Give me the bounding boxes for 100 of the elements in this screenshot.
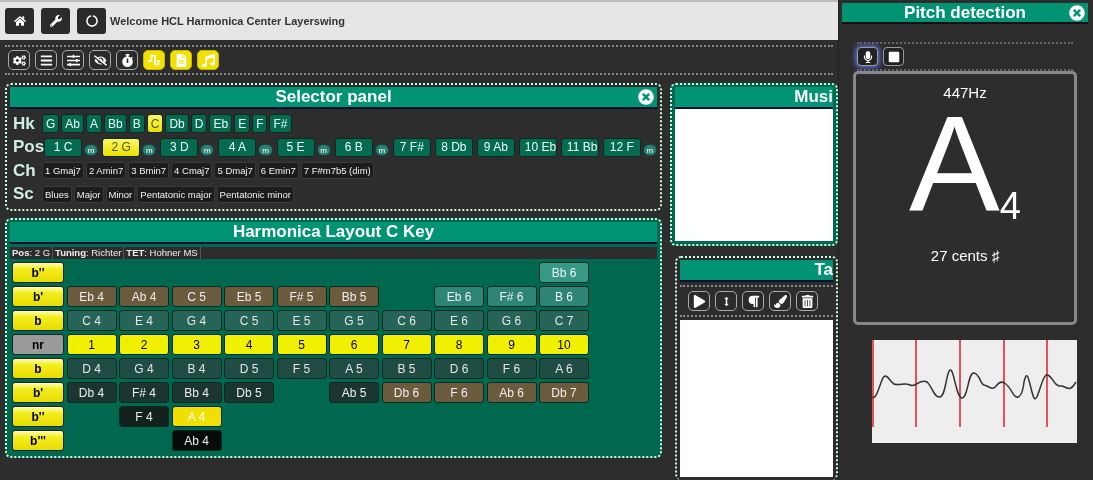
m-toggle[interactable]: m <box>642 144 657 157</box>
note-cell[interactable]: C 7 <box>539 310 589 331</box>
hole-number[interactable]: 10 <box>539 334 589 355</box>
note-cell[interactable]: F# 5 <box>276 286 327 307</box>
toolbar-button[interactable] <box>170 50 192 70</box>
key-button[interactable]: Db <box>165 114 189 134</box>
note-cell[interactable]: Ab 5 <box>329 382 379 403</box>
toolbar-button[interactable] <box>143 50 165 70</box>
hole-number[interactable]: 5 <box>276 334 327 355</box>
note-cell[interactable]: Ab 4 <box>171 430 222 451</box>
key-button[interactable]: D <box>190 114 208 134</box>
note-cell[interactable]: Eb 5 <box>224 286 274 307</box>
row-toggle[interactable]: nr <box>12 334 64 355</box>
hole-number[interactable]: 9 <box>486 334 537 355</box>
brush-button[interactable] <box>769 291 791 311</box>
hole-number[interactable]: 2 <box>119 334 169 355</box>
toolbar-button[interactable] <box>35 50 57 70</box>
position-button[interactable]: 4 A <box>218 137 257 157</box>
scale-button[interactable]: Pentatonic minor <box>216 185 294 203</box>
key-button[interactable]: F# <box>269 114 292 134</box>
hole-number[interactable]: 7 <box>381 334 432 355</box>
wrench-button[interactable] <box>41 8 70 34</box>
note-cell[interactable]: Ab 6 <box>486 382 537 403</box>
note-cell[interactable]: F 6 <box>486 358 537 379</box>
scale-button[interactable]: Pentatonic major <box>137 185 215 203</box>
position-button[interactable]: 9 Ab <box>476 137 515 157</box>
key-button[interactable]: E <box>234 114 251 134</box>
play-button[interactable] <box>688 291 710 311</box>
note-cell[interactable]: Bb 5 <box>329 286 379 307</box>
row-toggle[interactable]: b' <box>12 286 64 307</box>
chord-button[interactable]: 7 F#m7b5 (dim) <box>300 162 374 180</box>
chord-button[interactable]: 5 Dmaj7 <box>214 162 256 180</box>
note-cell[interactable]: F 5 <box>276 358 327 379</box>
position-button[interactable]: 3 D <box>160 137 199 157</box>
position-button[interactable]: 6 B <box>334 137 373 157</box>
reload-button[interactable] <box>77 8 106 34</box>
row-toggle[interactable]: b'' <box>12 262 64 283</box>
hole-number[interactable]: 3 <box>171 334 222 355</box>
chord-button[interactable]: 4 Cmaj7 <box>171 162 213 180</box>
key-button[interactable]: F <box>252 114 268 134</box>
note-cell[interactable]: Db 5 <box>224 382 274 403</box>
row-toggle[interactable]: b <box>12 310 64 331</box>
chord-button[interactable]: 1 Gmaj7 <box>42 162 84 180</box>
scale-button[interactable]: Minor <box>105 185 136 203</box>
m-toggle[interactable]: m <box>142 144 157 157</box>
stop-button[interactable] <box>883 47 904 66</box>
note-cell[interactable]: Db 6 <box>381 382 432 403</box>
note-cell[interactable]: D 5 <box>224 358 274 379</box>
hole-number[interactable]: 8 <box>434 334 484 355</box>
note-cell[interactable]: C 6 <box>381 310 432 331</box>
spacing-button[interactable] <box>715 291 737 311</box>
key-button[interactable]: A <box>86 114 103 134</box>
note-cell[interactable]: G 4 <box>119 358 169 379</box>
note-cell[interactable]: F# 4 <box>119 382 169 403</box>
close-icon[interactable] <box>1069 5 1085 21</box>
position-button[interactable]: 8 Db <box>434 137 473 157</box>
paragraph-button[interactable] <box>742 291 764 311</box>
key-button[interactable]: Bb <box>104 114 127 134</box>
note-cell[interactable]: G 5 <box>329 310 379 331</box>
chord-button[interactable]: 3 Bmin7 <box>128 162 170 180</box>
note-cell[interactable]: E 6 <box>434 310 484 331</box>
note-cell[interactable]: F 6 <box>434 382 484 403</box>
note-cell[interactable]: B 5 <box>381 358 432 379</box>
row-toggle[interactable]: b' <box>12 382 64 403</box>
key-button[interactable]: Eb <box>209 114 233 134</box>
home-button[interactable] <box>5 8 34 34</box>
note-cell[interactable]: Ab 4 <box>119 286 169 307</box>
note-cell[interactable]: Bb 4 <box>171 382 222 403</box>
note-cell[interactable]: Db 7 <box>539 382 589 403</box>
key-button[interactable]: B <box>128 114 145 134</box>
m-toggle[interactable]: m <box>200 144 215 157</box>
row-toggle[interactable]: b'' <box>12 406 64 427</box>
note-cell[interactable]: E 4 <box>119 310 169 331</box>
toolbar-button[interactable] <box>116 50 138 70</box>
key-button[interactable]: G <box>42 114 60 134</box>
position-button[interactable]: 12 F <box>602 137 641 157</box>
note-cell[interactable]: Eb 4 <box>66 286 117 307</box>
note-cell[interactable]: Db 4 <box>66 382 117 403</box>
key-button[interactable]: Ab <box>61 114 85 134</box>
note-cell[interactable]: E 5 <box>276 310 327 331</box>
note-cell[interactable]: B 4 <box>171 358 222 379</box>
note-cell[interactable]: A 5 <box>329 358 379 379</box>
note-cell[interactable]: F 4 <box>119 406 169 427</box>
row-toggle[interactable]: b''' <box>12 430 64 451</box>
scale-button[interactable]: Blues <box>42 185 72 203</box>
position-button[interactable]: 1 C <box>44 137 82 157</box>
delete-button[interactable] <box>796 291 818 311</box>
chord-button[interactable]: 2 Amin7 <box>85 162 127 180</box>
toolbar-button[interactable] <box>89 50 111 70</box>
toolbar-button[interactable] <box>8 50 30 70</box>
note-cell[interactable]: B 6 <box>539 286 589 307</box>
m-toggle[interactable]: m <box>258 144 273 157</box>
hole-number[interactable]: 1 <box>66 334 117 355</box>
row-toggle[interactable]: b <box>12 358 64 379</box>
note-cell[interactable]: G 6 <box>486 310 537 331</box>
toolbar-button[interactable] <box>62 50 84 70</box>
scale-button[interactable]: Major <box>73 185 104 203</box>
hole-number[interactable]: 6 <box>329 334 379 355</box>
position-button[interactable]: 5 E <box>276 137 315 157</box>
note-cell[interactable]: C 4 <box>66 310 117 331</box>
